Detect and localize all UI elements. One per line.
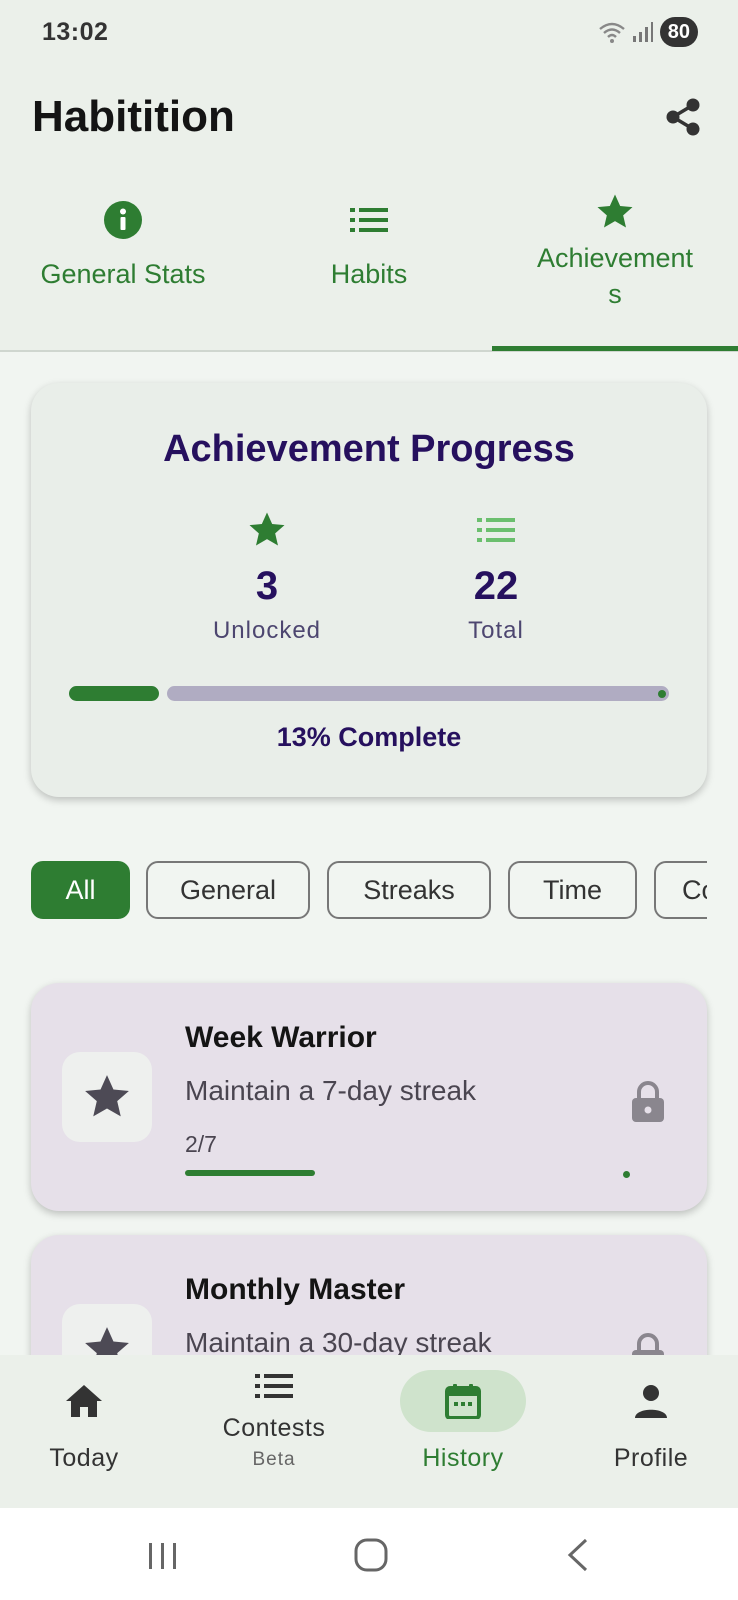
star-icon — [249, 512, 285, 546]
unlocked-value: 3 — [255, 564, 279, 608]
lock-icon — [631, 1081, 665, 1128]
list-icon — [350, 208, 388, 232]
share-button[interactable] — [660, 94, 706, 140]
tab-achievements[interactable]: Achievement s — [492, 194, 738, 348]
nav-profile[interactable]: Profile — [561, 1370, 738, 1473]
progress-title: Achievement Progress — [163, 428, 575, 470]
star-icon — [597, 194, 633, 228]
progress-bar-track — [167, 686, 669, 701]
achievement-progress-bar — [185, 1170, 315, 1176]
total-label: Total — [468, 617, 524, 644]
achievement-progress-text: 2/7 — [185, 1131, 217, 1157]
nav-today[interactable]: Today — [0, 1370, 174, 1473]
recents-icon — [149, 1543, 176, 1569]
nav-label: History — [422, 1444, 504, 1472]
tab-indicator — [492, 346, 738, 351]
progress-bar-end-dot — [658, 690, 666, 698]
total-stat: 22 Total — [396, 510, 596, 645]
tab-habits[interactable]: Habits — [246, 200, 492, 348]
status-icons: 80 — [598, 16, 698, 48]
signal-icon — [632, 22, 653, 42]
filter-chip-all[interactable]: All — [31, 861, 130, 919]
total-value: 22 — [473, 564, 519, 608]
filter-chip-row: All General Streaks Time Co — [31, 861, 707, 923]
tab-general-stats[interactable]: General Stats — [0, 200, 246, 348]
star-icon — [85, 1075, 129, 1117]
share-icon — [666, 98, 700, 136]
back-button[interactable] — [566, 1538, 590, 1577]
list-icon — [255, 1374, 293, 1398]
list-icon — [477, 518, 515, 542]
achievement-icon-box — [62, 1052, 152, 1142]
achievement-card[interactable]: Week Warrior Maintain a 7-day streak 2/7 — [31, 983, 707, 1211]
filter-chip-co[interactable]: Co — [654, 861, 707, 919]
nav-label: Contests — [222, 1414, 326, 1442]
progress-bar-filled — [69, 686, 159, 701]
filter-chip-general[interactable]: General — [146, 861, 310, 919]
battery-indicator: 80 — [659, 17, 698, 47]
tab-label: General Stats — [40, 259, 206, 289]
filter-chip-streaks[interactable]: Streaks — [327, 861, 491, 919]
info-icon — [104, 201, 142, 239]
achievement-title: Week Warrior — [185, 1021, 377, 1054]
achievement-title: Monthly Master — [185, 1273, 406, 1306]
home-icon — [66, 1385, 102, 1417]
tab-label-line2: s — [608, 279, 622, 309]
nav-label: Profile — [613, 1444, 689, 1472]
filter-chip-time[interactable]: Time — [508, 861, 637, 919]
unlocked-stat: 3 Unlocked — [167, 510, 367, 645]
progress-complete-text: 13% Complete — [276, 722, 462, 752]
calendar-icon — [445, 1384, 481, 1419]
tab-label-line1: Achievement — [536, 243, 694, 273]
unlocked-label: Unlocked — [212, 617, 322, 644]
nav-history[interactable]: History — [373, 1370, 553, 1473]
recents-button[interactable] — [147, 1541, 179, 1576]
person-icon — [635, 1385, 667, 1418]
home-circle-icon — [354, 1538, 388, 1572]
app-title: Habitition — [32, 92, 235, 141]
wifi-icon — [598, 22, 625, 43]
nav-sublabel: Beta — [252, 1449, 296, 1470]
nav-contests[interactable]: Contests Beta — [184, 1370, 364, 1471]
achievement-progress-end-dot — [623, 1171, 630, 1178]
tab-label: Habits — [330, 259, 408, 289]
back-icon — [567, 1538, 588, 1572]
home-button[interactable] — [354, 1538, 388, 1577]
achievement-description: Maintain a 7-day streak — [185, 1075, 477, 1106]
status-time: 13:02 — [42, 18, 109, 46]
nav-label: Today — [49, 1444, 119, 1472]
